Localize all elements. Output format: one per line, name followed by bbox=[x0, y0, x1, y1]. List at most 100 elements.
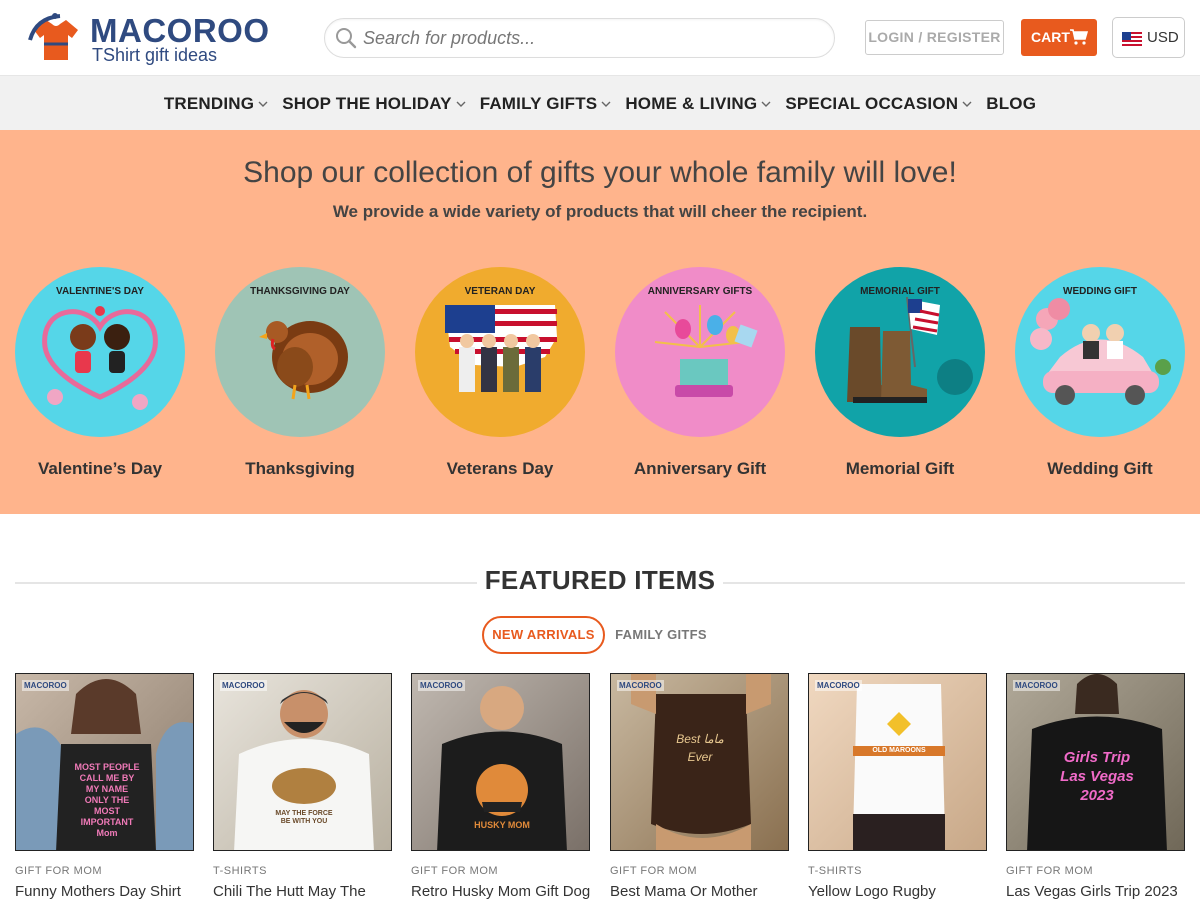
product-watermark: MACOROO bbox=[22, 680, 69, 691]
category-name: Wedding Gift bbox=[1047, 459, 1153, 478]
shirt-print-text: MOST PEOPLE CALL ME BY MY NAME ONLY THE … bbox=[74, 762, 140, 838]
product-category: GIFT FOR MOM bbox=[1006, 865, 1094, 877]
product-watermark: MACOROO bbox=[815, 680, 862, 691]
currency-selector[interactable]: USD bbox=[1112, 17, 1185, 58]
search-input[interactable] bbox=[363, 25, 813, 51]
nav-item-family-gifts[interactable]: FAMILY GIFTS bbox=[473, 94, 619, 114]
product-title[interactable]: Retro Husky Mom Gift Dog bbox=[411, 883, 596, 900]
product-title[interactable]: Yellow Logo Rugby bbox=[808, 883, 993, 900]
banner-headline: Shop our collection of gifts your whole … bbox=[243, 156, 957, 189]
veterans-flag-icon bbox=[445, 305, 557, 392]
category-name: Anniversary Gift bbox=[633, 459, 767, 478]
category-image: WEDDING GIFT bbox=[1015, 267, 1185, 437]
nav-item-label: FAMILY GIFTS bbox=[479, 93, 598, 113]
chevron-down-icon bbox=[258, 101, 268, 107]
product-image[interactable]: MACOROO MOST PEOPLE CALL ME BY MY NAME O… bbox=[15, 673, 194, 851]
product-image[interactable]: MACOROO MAY THE FORCE BE WITH YOU bbox=[213, 673, 392, 851]
nav-item-label: BLOG bbox=[986, 93, 1037, 113]
category-valentines-day[interactable]: VALENTINE'S DAY Valentine’s Day bbox=[15, 267, 185, 478]
site-logo[interactable]: MACOROO TShirt gift ideas bbox=[26, 8, 269, 68]
product-watermark: MACOROO bbox=[220, 680, 267, 691]
product-card[interactable]: MACOROO MOST PEOPLE CALL ME BY MY NAME O… bbox=[15, 673, 194, 900]
product-image[interactable]: MACOROO Best ماما Ever bbox=[610, 673, 789, 851]
chevron-down-icon bbox=[456, 101, 466, 107]
product-category: GIFT FOR MOM bbox=[610, 865, 698, 877]
category-image: ANNIVERSARY GIFTS bbox=[615, 267, 785, 437]
product-title[interactable]: Best Mama Or Mother bbox=[610, 883, 795, 900]
cart-button[interactable]: CART bbox=[1021, 19, 1097, 56]
product-image[interactable]: MACOROO OLD MAROONS bbox=[808, 673, 987, 851]
product-category: GIFT FOR MOM bbox=[411, 865, 499, 877]
category-image: THANKSGIVING DAY bbox=[215, 267, 385, 437]
product-card[interactable]: MACOROO OLD MAROONS T-SHIRTS Yellow Logo… bbox=[808, 673, 987, 900]
search-icon[interactable] bbox=[335, 27, 357, 49]
product-title[interactable]: Chili The Hutt May The bbox=[213, 883, 398, 900]
main-nav: TRENDING SHOP THE HOLIDAY FAMILY GIFTS HOME… bbox=[0, 75, 1200, 130]
login-register-button[interactable]: LOGIN / REGISTER bbox=[865, 20, 1004, 55]
wedding-car-icon bbox=[1030, 298, 1171, 405]
product-image[interactable]: MACOROO Girls Trip Las Vegas 2023 bbox=[1006, 673, 1185, 851]
featured-tabs: NEW ARRIVALS FAMILY GITFS bbox=[0, 616, 1200, 654]
product-watermark: MACOROO bbox=[418, 680, 465, 691]
us-flag-icon bbox=[1122, 32, 1142, 46]
category-thanksgiving[interactable]: THANKSGIVING DAY Thanksgiving bbox=[215, 267, 385, 478]
category-name: Thanksgiving bbox=[245, 459, 355, 478]
category-veterans-day[interactable]: VETERAN DAY Veterans Day bbox=[415, 267, 585, 478]
category-name: Memorial Gift bbox=[845, 459, 955, 478]
shirt-print-text: MAY THE FORCE BE WITH YOU bbox=[275, 810, 333, 825]
category-image: MEMORIAL GIFT bbox=[815, 267, 985, 437]
product-card[interactable]: MACOROO HUSKY MOM GIFT FOR MOM Retro Hus… bbox=[411, 673, 590, 900]
search-bar bbox=[324, 18, 835, 58]
category-wedding-gift[interactable]: WEDDING GIFT Wedding Gift bbox=[1015, 267, 1185, 478]
chevron-down-icon bbox=[761, 101, 771, 107]
chevron-down-icon bbox=[962, 101, 972, 107]
category-image: VETERAN DAY bbox=[415, 267, 585, 437]
category-memorial-gift[interactable]: MEMORIAL GIFT Memorial Gift bbox=[815, 267, 985, 478]
tab-family-gifts[interactable]: FAMILY GITFS bbox=[610, 616, 712, 654]
product-card[interactable]: MACOROO Best ماما Ever GIFT FOR MOM Best… bbox=[610, 673, 789, 900]
category-name: Veterans Day bbox=[446, 459, 554, 478]
shirt-print-text: Girls Trip Las Vegas 2023 bbox=[1060, 749, 1134, 804]
product-category: T-SHIRTS bbox=[213, 865, 267, 877]
product-photo bbox=[853, 684, 945, 850]
boots-flag-icon bbox=[847, 296, 973, 403]
cart-label: CART bbox=[1031, 29, 1070, 45]
product-watermark: MACOROO bbox=[617, 680, 664, 691]
nav-item-shop-the-holiday[interactable]: SHOP THE HOLIDAY bbox=[275, 94, 472, 114]
nav-item-label: HOME & LIVING bbox=[625, 93, 758, 113]
logo-shirt-icon bbox=[28, 13, 78, 60]
tab-new-arrivals[interactable]: NEW ARRIVALS bbox=[482, 616, 605, 654]
hero-banner: Shop our collection of gifts your whole … bbox=[0, 130, 1200, 514]
category-name: Valentine’s Day bbox=[37, 459, 163, 478]
chevron-down-icon bbox=[601, 101, 611, 107]
couple-heart-icon bbox=[42, 306, 158, 410]
nav-item-blog[interactable]: BLOG bbox=[979, 94, 1043, 114]
product-watermark: MACOROO bbox=[1013, 680, 1060, 691]
product-image[interactable]: MACOROO HUSKY MOM bbox=[411, 673, 590, 851]
nav-item-label: SPECIAL OCCASION bbox=[785, 93, 959, 113]
product-card[interactable]: MACOROO Girls Trip Las Vegas 2023 GIFT F… bbox=[1006, 673, 1185, 900]
cart-icon bbox=[1070, 29, 1088, 45]
product-title[interactable]: Funny Mothers Day Shirt bbox=[15, 883, 200, 900]
nav-item-label: TRENDING bbox=[163, 93, 255, 113]
currency-label: USD bbox=[1147, 29, 1179, 46]
nav-item-special-occasion[interactable]: SPECIAL OCCASION bbox=[778, 94, 979, 114]
turkey-icon bbox=[259, 321, 348, 400]
gift-box-icon bbox=[654, 305, 758, 397]
nav-item-home-living[interactable]: HOME & LIVING bbox=[618, 94, 778, 114]
product-category: GIFT FOR MOM bbox=[15, 865, 103, 877]
product-category: T-SHIRTS bbox=[808, 865, 862, 877]
shirt-print-text: HUSKY MOM bbox=[474, 820, 530, 830]
logo-tagline: TShirt gift ideas bbox=[92, 45, 218, 65]
nav-item-label: SHOP THE HOLIDAY bbox=[282, 93, 452, 113]
banner-subheadline: We provide a wide variety of products th… bbox=[332, 202, 868, 221]
product-title[interactable]: Las Vegas Girls Trip 2023 bbox=[1006, 883, 1191, 900]
category-image: VALENTINE'S DAY bbox=[15, 267, 185, 437]
nav-item-trending[interactable]: TRENDING bbox=[157, 94, 275, 114]
shirt-print-text: Best ماما Ever bbox=[676, 732, 724, 764]
featured-title: FEATURED ITEMS bbox=[484, 565, 716, 595]
shirt-print-text: OLD MAROONS bbox=[872, 747, 926, 754]
site-header: MACOROO TShirt gift ideas LOGIN / REGIST… bbox=[0, 0, 1200, 75]
product-card[interactable]: MACOROO MAY THE FORCE BE WITH YOU T-SHIR… bbox=[213, 673, 392, 900]
category-anniversary-gift[interactable]: ANNIVERSARY GIFTS Anniversary Gift bbox=[615, 267, 785, 478]
